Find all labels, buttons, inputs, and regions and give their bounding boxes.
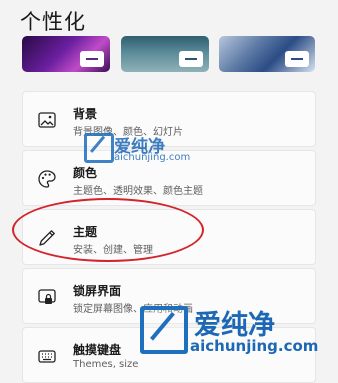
settings-item-description: 安装、创建、管理	[73, 245, 153, 256]
keyboard-icon	[37, 346, 57, 366]
settings-item-label: 触摸键盘	[73, 343, 122, 357]
lock-screen-icon	[37, 287, 57, 307]
settings-item-description: 锁定屏幕图像、应用和动画	[73, 304, 193, 315]
window-preview-icon	[285, 51, 309, 67]
settings-item-description: Themes, size	[73, 359, 139, 370]
theme-thumbnail-purple[interactable]	[22, 36, 110, 72]
settings-item-label: 锁屏界面	[73, 284, 122, 298]
settings-item-lockscreen[interactable]: 锁屏界面 锁定屏幕图像、应用和动画	[22, 268, 316, 324]
settings-item-colors[interactable]: 颜色 主题色、透明效果、颜色主题	[22, 150, 316, 206]
theme-thumbnail-bloom[interactable]	[219, 36, 315, 72]
palette-icon	[37, 169, 57, 189]
settings-item-touch-keyboard[interactable]: 触摸键盘 Themes, size	[22, 327, 316, 383]
settings-item-label: 主题	[73, 225, 98, 239]
settings-item-themes[interactable]: 主题 安装、创建、管理	[22, 209, 316, 265]
settings-item-description: 背景图像、颜色、幻灯片	[73, 127, 183, 138]
image-icon	[37, 110, 57, 130]
settings-item-background[interactable]: 背景 背景图像、颜色、幻灯片	[22, 91, 316, 147]
window-preview-icon	[179, 51, 203, 67]
page-title: 个性化	[20, 10, 86, 34]
settings-item-label: 颜色	[73, 166, 98, 180]
settings-item-description: 主题色、透明效果、颜色主题	[73, 186, 203, 197]
theme-gallery	[0, 36, 338, 76]
pen-icon	[37, 228, 57, 248]
settings-item-label: 背景	[73, 107, 98, 121]
theme-thumbnail-lake[interactable]	[121, 36, 209, 72]
window-preview-icon	[80, 51, 104, 67]
